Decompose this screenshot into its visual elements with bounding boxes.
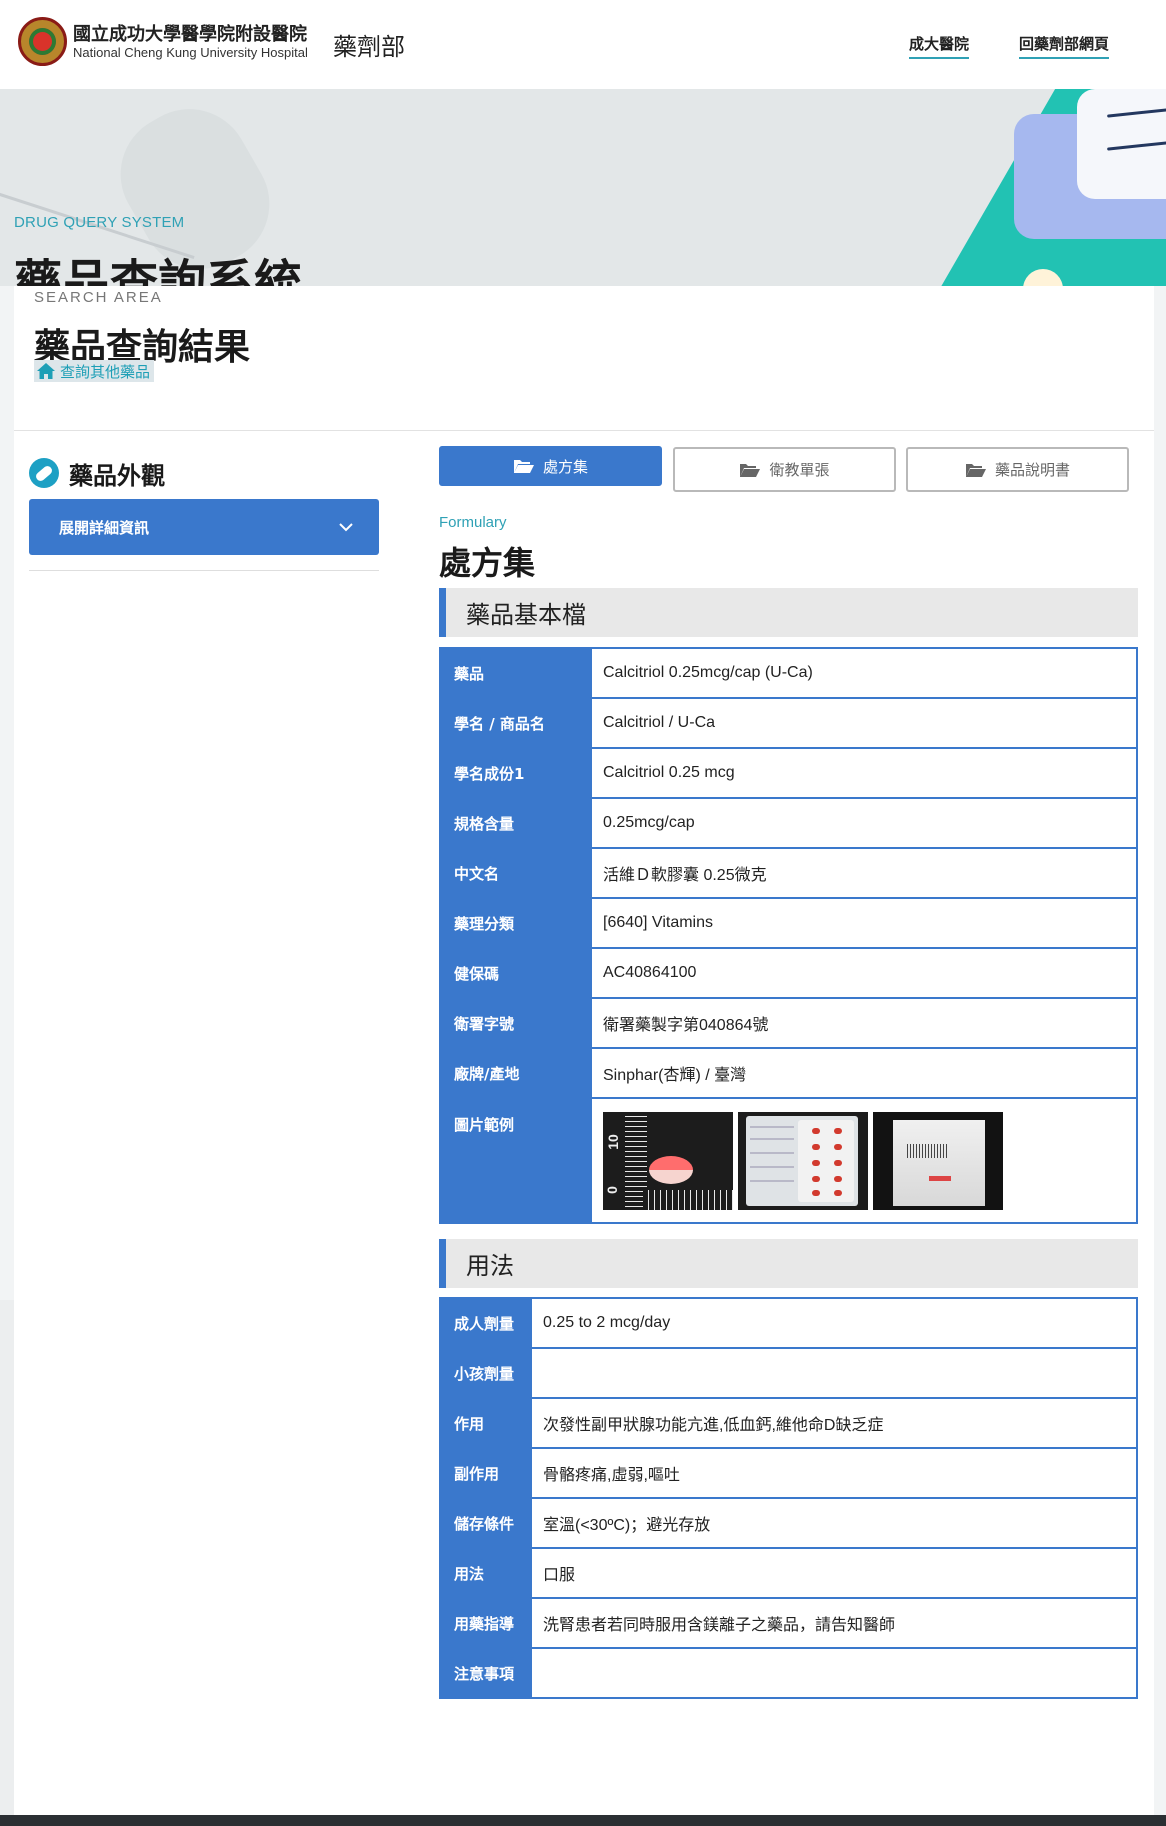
table-row: 儲存條件 室溫(<30ºC)；避光存放	[439, 1497, 1138, 1549]
folder-open-icon	[513, 460, 534, 473]
nav-link-pharmacy-home[interactable]: 回藥劑部網頁	[1019, 33, 1110, 59]
row-label: 健保碼	[439, 947, 592, 999]
row-value: Calcitriol / U-Ca	[590, 697, 1138, 749]
pill-icon	[29, 458, 59, 488]
row-label: 注意事項	[439, 1647, 532, 1699]
row-label: 用藥指導	[439, 1597, 532, 1649]
row-label: 廠牌/產地	[439, 1047, 592, 1099]
usage-heading: 用法	[439, 1239, 1138, 1288]
folder-open-icon	[740, 463, 761, 477]
department-name[interactable]: 藥劑部	[333, 27, 405, 62]
table-row: 用法 口服	[439, 1547, 1138, 1599]
folder-open-icon	[965, 463, 986, 477]
table-row: 圖片範例 10 0	[439, 1097, 1138, 1224]
formulary-title: 處方集	[439, 544, 536, 582]
row-label: 中文名	[439, 847, 592, 899]
ruler-number: 0	[603, 1185, 620, 1194]
query-other-drugs-link[interactable]: 查詢其他藥品	[34, 360, 155, 382]
hero-decoration	[1077, 89, 1166, 199]
row-value: [6640] Vitamins	[590, 897, 1138, 949]
section-divider	[14, 430, 1154, 431]
search-area-label: SEARCH AREA	[34, 289, 163, 306]
table-row: 藥理分類 [6640] Vitamins	[439, 897, 1138, 949]
table-row: 成人劑量 0.25 to 2 mcg/day	[439, 1297, 1138, 1349]
footer-edge	[0, 1815, 1166, 1826]
hero-tagline: DRUG QUERY SYSTEM	[14, 214, 185, 231]
row-label: 學名成份1	[439, 747, 592, 799]
hospital-name-en[interactable]: National Cheng Kung University Hospital	[73, 45, 308, 60]
hospital-name-cn[interactable]: 國立成功大學醫學院附設醫院	[73, 20, 307, 46]
table-row: 注意事項	[439, 1647, 1138, 1699]
row-value: 衛署藥製字第040864號	[590, 997, 1138, 1049]
ruler-number: 10	[604, 1133, 621, 1150]
drug-appearance-title: 藥品外觀	[69, 462, 165, 490]
row-label: 規格含量	[439, 797, 592, 849]
tab-formulary[interactable]: 處方集	[439, 446, 662, 486]
table-row: 健保碼 AC40864100	[439, 947, 1138, 999]
table-row: 學名成份1 Calcitriol 0.25 mcg	[439, 747, 1138, 799]
basic-info-heading: 藥品基本檔	[439, 588, 1138, 637]
photo-gallery: 10 0	[590, 1097, 1138, 1224]
drug-photo-capsule[interactable]: 10 0	[603, 1111, 733, 1210]
top-header: 國立成功大學醫學院附設醫院 National Cheng Kung Univer…	[0, 0, 1166, 89]
row-value: 洗腎患者若同時服用含鎂離子之藥品，請告知醫師	[530, 1597, 1138, 1649]
row-value: 活維Ｄ軟膠囊 0.25微克	[590, 847, 1138, 899]
row-value: 室溫(<30ºC)；避光存放	[530, 1497, 1138, 1549]
tab-drug-insert[interactable]: 藥品說明書	[906, 447, 1129, 492]
hero-banner: DRUG QUERY SYSTEM 藥品查詢系統	[0, 89, 1166, 286]
main-content: SEARCH AREA 藥品查詢結果 查詢其他藥品 藥品外觀 展開詳細資訊 處方…	[14, 286, 1154, 1826]
expand-details-label: 展開詳細資訊	[59, 518, 150, 537]
drug-photo-box[interactable]	[873, 1111, 1003, 1210]
row-label: 圖片範例	[439, 1097, 592, 1224]
drug-photo-blister[interactable]	[738, 1111, 868, 1210]
row-label: 藥理分類	[439, 897, 592, 949]
basic-info-table: 藥品 Calcitriol 0.25mcg/cap (U-Ca) 學名 / 商品名…	[439, 647, 1138, 1224]
row-value: 口服	[530, 1547, 1138, 1599]
table-row: 小孩劑量	[439, 1347, 1138, 1399]
table-row: 副作用 骨骼疼痛,虛弱,嘔吐	[439, 1447, 1138, 1499]
row-value	[530, 1347, 1138, 1399]
chevron-down-icon	[339, 522, 353, 531]
row-label: 學名 / 商品名	[439, 697, 592, 749]
row-value: 0.25 to 2 mcg/day	[530, 1297, 1138, 1349]
table-row: 規格含量 0.25mcg/cap	[439, 797, 1138, 849]
tab-formulary-label: 處方集	[542, 457, 588, 476]
usage-table: 成人劑量 0.25 to 2 mcg/day 小孩劑量 作用 次發性副甲狀腺功能亢進…	[439, 1297, 1138, 1699]
row-label: 藥品	[439, 647, 592, 699]
nav-link-ncku-hospital[interactable]: 成大醫院	[909, 33, 970, 59]
table-row: 用藥指導 洗腎患者若同時服用含鎂離子之藥品，請告知醫師	[439, 1597, 1138, 1649]
table-row: 廠牌/產地 Sinphar(杏輝) / 臺灣	[439, 1047, 1138, 1099]
row-value: Calcitriol 0.25mcg/cap (U-Ca)	[590, 647, 1138, 699]
row-value: AC40864100	[590, 947, 1138, 999]
row-label: 成人劑量	[439, 1297, 532, 1349]
page-edge	[0, 1300, 14, 1815]
tab-education-sheet[interactable]: 衛教單張	[673, 447, 896, 492]
table-row: 衛署字號 衛署藥製字第040864號	[439, 997, 1138, 1049]
query-other-drugs-label: 查詢其他藥品	[60, 362, 151, 381]
tab-education-sheet-label: 衛教單張	[769, 461, 830, 479]
home-icon	[37, 363, 55, 379]
table-row: 中文名 活維Ｄ軟膠囊 0.25微克	[439, 847, 1138, 899]
row-value: 0.25mcg/cap	[590, 797, 1138, 849]
table-row: 藥品 Calcitriol 0.25mcg/cap (U-Ca)	[439, 647, 1138, 699]
row-label: 儲存條件	[439, 1497, 532, 1549]
table-row: 作用 次發性副甲狀腺功能亢進,低血鈣,維他命D缺乏症	[439, 1397, 1138, 1449]
row-label: 副作用	[439, 1447, 532, 1499]
section-divider	[29, 570, 379, 571]
row-value: 次發性副甲狀腺功能亢進,低血鈣,維他命D缺乏症	[530, 1397, 1138, 1449]
table-row: 學名 / 商品名 Calcitriol / U-Ca	[439, 697, 1138, 749]
hospital-logo-icon[interactable]	[18, 17, 67, 66]
row-label: 小孩劑量	[439, 1347, 532, 1399]
row-label: 衛署字號	[439, 997, 592, 1049]
tab-drug-insert-label: 藥品說明書	[994, 461, 1070, 479]
row-value: 骨骼疼痛,虛弱,嘔吐	[530, 1447, 1138, 1499]
row-value: Calcitriol 0.25 mcg	[590, 747, 1138, 799]
row-value: Sinphar(杏輝) / 臺灣	[590, 1047, 1138, 1099]
formulary-tagline: Formulary	[439, 514, 507, 531]
row-label: 用法	[439, 1547, 532, 1599]
row-value	[530, 1647, 1138, 1699]
page-title: 藥品查詢系統	[14, 255, 303, 286]
row-label: 作用	[439, 1397, 532, 1449]
expand-details-button[interactable]: 展開詳細資訊	[29, 499, 379, 555]
